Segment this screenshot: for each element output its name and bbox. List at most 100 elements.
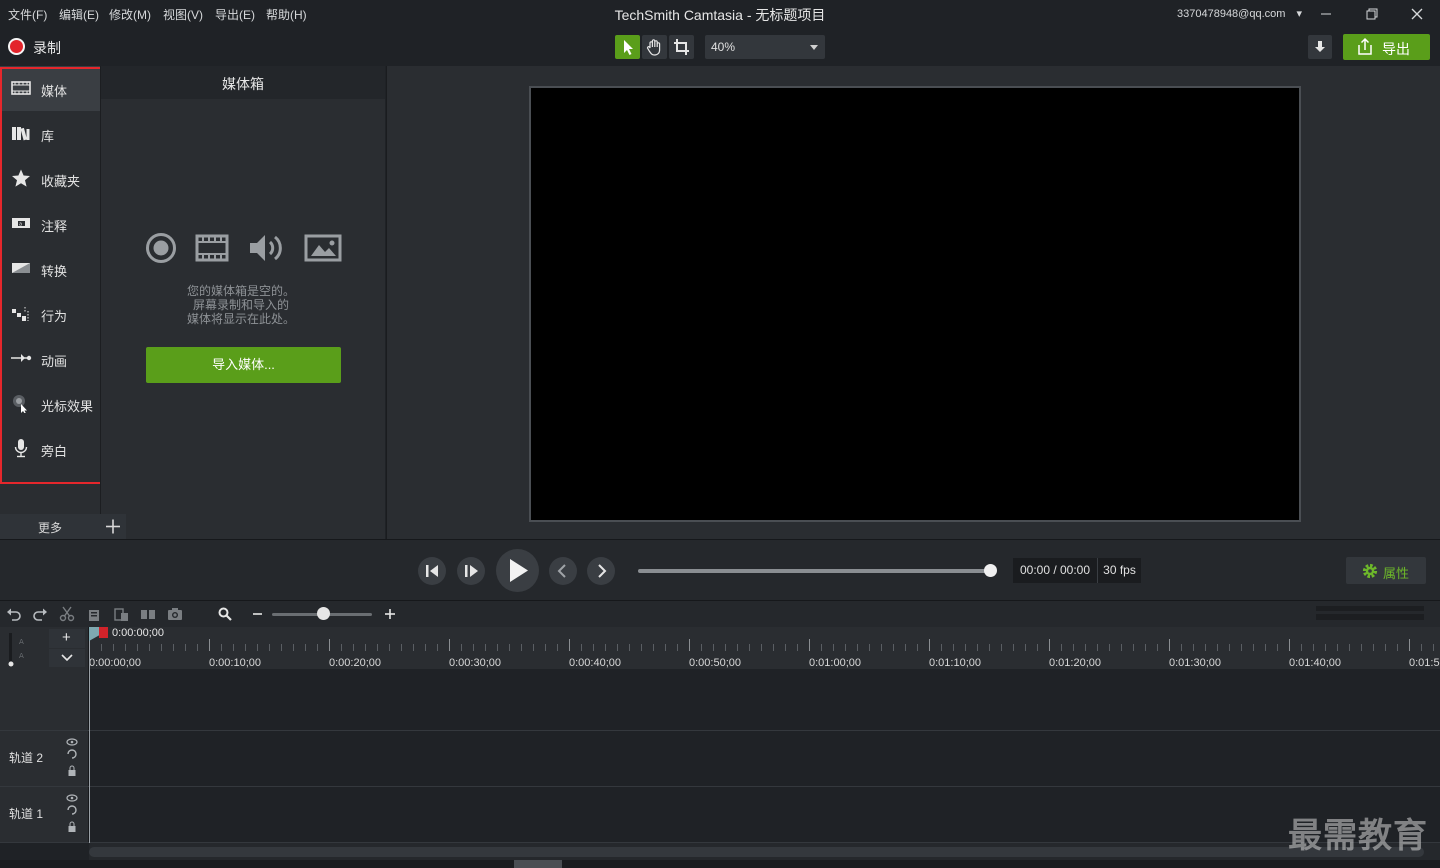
crop-tool-button[interactable]	[669, 35, 694, 59]
add-track-button[interactable]: +	[49, 629, 85, 648]
chevron-down-icon	[810, 45, 818, 50]
ruler-tick-label: 0:01:10;00	[929, 657, 981, 669]
gear-icon	[1362, 563, 1378, 579]
playhead-end-marker[interactable]	[99, 627, 108, 638]
hand-icon	[646, 39, 661, 56]
media-bin-footer	[126, 514, 385, 539]
add-tab-button[interactable]	[100, 514, 126, 539]
preview-canvas[interactable]	[529, 86, 1301, 522]
select-tool-button[interactable]	[615, 35, 640, 59]
svg-text:A: A	[19, 652, 24, 660]
search-icon[interactable]	[217, 606, 233, 622]
empty-message-line: 屏幕录制和导入的	[192, 298, 289, 312]
audio-media-icon	[250, 235, 282, 261]
play-button[interactable]	[496, 549, 539, 592]
split-icon[interactable]	[140, 606, 156, 622]
redo-icon[interactable]	[32, 606, 48, 622]
track-name: 轨道 2	[9, 751, 44, 765]
download-icon	[1315, 41, 1325, 52]
track-header-2[interactable]: 轨道 2	[0, 731, 89, 786]
ruler-tick-label: 0:00:20;00	[329, 657, 381, 669]
title-bar: 文件(F) 编辑(E) 修改(M) 视图(V) 导出(E) 帮助(H) Tech…	[0, 0, 1440, 28]
ruler-tick-label: 0:01:20;00	[1049, 657, 1101, 669]
scrollbar-thumb[interactable]	[514, 860, 562, 868]
plus-icon	[106, 519, 120, 534]
timeline-tracks[interactable]	[89, 669, 1440, 843]
more-button[interactable]: 更多	[0, 514, 100, 539]
zoom-dropdown[interactable]: 40%	[705, 35, 825, 59]
properties-button[interactable]: 属性	[1346, 557, 1426, 584]
more-label: 更多	[37, 521, 62, 535]
close-button[interactable]	[1403, 4, 1431, 24]
restore-icon	[1366, 8, 1378, 20]
export-label: 导出	[1382, 41, 1410, 57]
timeline-scrollbar-thumb[interactable]	[89, 847, 1424, 857]
record-icon	[8, 38, 25, 55]
svg-text:A: A	[19, 638, 24, 646]
pan-tool-button[interactable]	[642, 35, 667, 59]
import-media-button[interactable]: 导入媒体...	[146, 347, 341, 383]
timeline-toolbar	[0, 600, 1440, 627]
ruler-tick-label: 0:00:50;00	[689, 657, 741, 669]
empty-message-line: 您的媒体箱是空的。	[186, 284, 295, 298]
menu-help[interactable]: 帮助(H)	[266, 6, 307, 23]
ruler-tick-label: 0:00:10;00	[209, 657, 261, 669]
copy-icon[interactable]	[87, 606, 103, 622]
timeline-ruler[interactable]: 0:00:00;00 0:00:00;00 0:00:10;00 0:00:20;0…	[89, 627, 1440, 669]
playback-controls: 00:00 / 00:00 30 fps 属性	[0, 539, 1440, 600]
playhead-line	[89, 627, 90, 843]
minimize-button[interactable]	[1312, 4, 1340, 24]
properties-label: 属性	[1383, 566, 1410, 581]
step-forward-icon	[465, 565, 478, 577]
empty-message-line: 媒体将显示在此处。	[186, 312, 295, 326]
playback-scrubber-track[interactable]	[638, 569, 991, 573]
ruler-tick-label: 0:01:40;00	[1289, 657, 1341, 669]
zoom-in-icon[interactable]	[382, 606, 398, 622]
ruler-ticks	[89, 639, 1434, 651]
previous-button[interactable]	[549, 557, 577, 585]
camera-icon[interactable]	[167, 606, 183, 622]
menu-export[interactable]: 导出(E)	[215, 6, 255, 23]
chevron-left-icon	[557, 564, 566, 578]
track-header-1[interactable]: 轨道 1	[0, 787, 89, 842]
track-visibility-lock-icons[interactable]	[65, 794, 79, 836]
cut-icon[interactable]	[59, 606, 75, 622]
playhead-time: 0:00:00;00	[112, 627, 164, 639]
menu-modify[interactable]: 修改(M)	[109, 6, 151, 23]
share-icon	[1358, 37, 1372, 55]
timeline-zoom-handle[interactable]	[317, 607, 330, 620]
next-button[interactable]	[587, 557, 615, 585]
undo-icon[interactable]	[6, 606, 22, 622]
canvas-area	[386, 66, 1440, 539]
download-button[interactable]	[1308, 35, 1332, 59]
media-bin-header: 媒体箱	[101, 66, 385, 99]
ruler-tick-label: 0:01:30;00	[1169, 657, 1221, 669]
ruler-tick-label: 0:01:50	[1409, 657, 1440, 669]
zoom-out-icon[interactable]	[250, 606, 266, 622]
watermark-text: 最需教育	[1288, 816, 1428, 856]
timecode-display: 00:00 / 00:00	[1013, 558, 1097, 583]
video-media-icon	[195, 234, 229, 262]
restore-button[interactable]	[1357, 4, 1385, 24]
menu-file[interactable]: 文件(F)	[8, 6, 47, 23]
track-visibility-lock-icons[interactable]	[65, 738, 79, 780]
menu-edit[interactable]: 编辑(E)	[59, 6, 99, 23]
account-menu[interactable]: 3370478948@qq.com ▾	[1177, 7, 1302, 20]
menu-view[interactable]: 视图(V)	[163, 6, 203, 23]
window-bottom-scrollbar[interactable]	[0, 860, 1440, 868]
collapse-tracks-button[interactable]	[49, 649, 85, 667]
timeline-overview-bar	[1316, 606, 1424, 620]
step-forward-button[interactable]	[457, 557, 485, 585]
step-back-button[interactable]	[418, 557, 446, 585]
export-button[interactable]: 导出	[1343, 34, 1430, 60]
image-media-icon	[304, 234, 342, 262]
chevron-down-icon: ▾	[1296, 8, 1303, 20]
ruler-tick-label: 0:00:30;00	[449, 657, 501, 669]
chevron-down-icon	[61, 654, 73, 662]
paste-icon[interactable]	[113, 606, 129, 622]
zoom-value: 40%	[711, 40, 736, 54]
track-divider	[0, 730, 1440, 731]
playback-scrubber-handle[interactable]	[984, 564, 997, 577]
step-back-icon	[426, 565, 438, 577]
track-height-slider-icon[interactable]: AA	[7, 632, 31, 668]
